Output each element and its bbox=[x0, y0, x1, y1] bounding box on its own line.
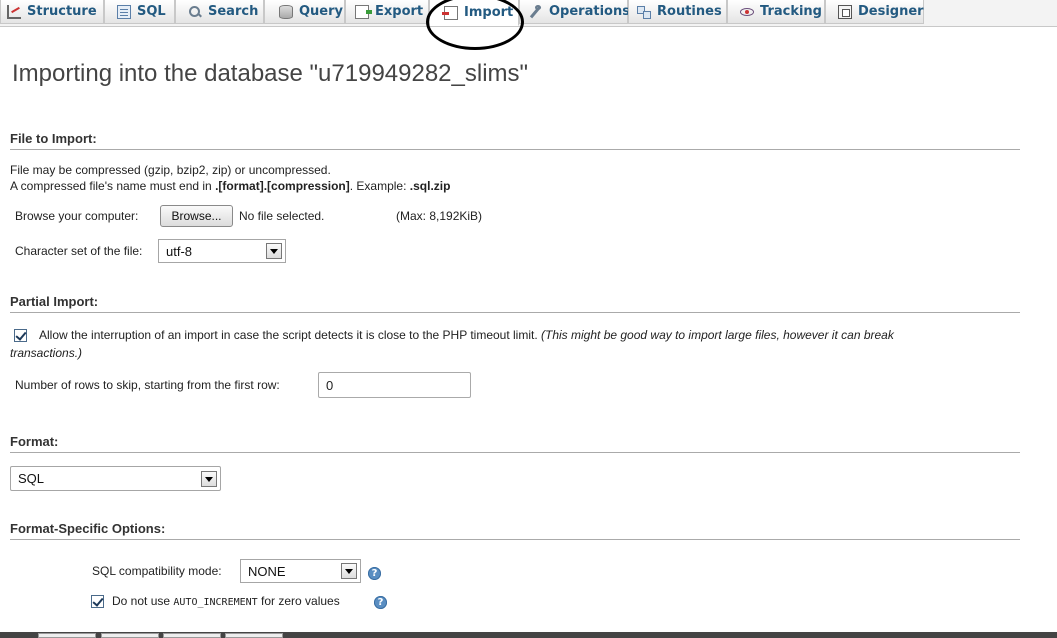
tab-label: Designer bbox=[858, 4, 924, 19]
format-selected-value: SQL bbox=[18, 471, 45, 486]
help-icon[interactable]: ? bbox=[368, 567, 381, 580]
search-icon bbox=[188, 5, 202, 19]
tab-routines[interactable]: Routines bbox=[628, 0, 727, 24]
no-auto-inc-suffix: for zero values bbox=[261, 594, 340, 608]
charset-label: Character set of the file: bbox=[15, 244, 143, 258]
bottom-tab[interactable] bbox=[101, 633, 159, 638]
section-heading-format: Format: bbox=[10, 434, 1020, 453]
sql-icon bbox=[117, 4, 131, 19]
no-file-selected: No file selected. bbox=[239, 209, 325, 223]
tab-tracking[interactable]: Tracking bbox=[727, 0, 825, 24]
allow-interrupt-note-cont: transactions.) bbox=[10, 346, 83, 360]
tab-label: Routines bbox=[657, 4, 722, 19]
designer-icon bbox=[838, 4, 852, 19]
sql-compat-label: SQL compatibility mode: bbox=[92, 564, 222, 578]
allow-interrupt-note: (This might be good way to import large … bbox=[541, 328, 894, 342]
tab-label: Operations bbox=[549, 4, 630, 19]
skip-rows-input[interactable]: 0 bbox=[318, 372, 471, 398]
no-auto-increment-text: Do not use AUTO_INCREMENT for zero value… bbox=[112, 594, 340, 608]
help-icon[interactable]: ? bbox=[374, 596, 387, 609]
tab-label: Structure bbox=[27, 4, 97, 19]
tab-label: Tracking bbox=[760, 4, 822, 19]
naming-prefix: A compressed file's name must end in bbox=[10, 179, 216, 193]
chevron-down-icon bbox=[341, 563, 357, 579]
browse-button[interactable]: Browse... bbox=[160, 205, 233, 227]
section-heading-partial-import: Partial Import: bbox=[10, 294, 1020, 313]
format-select[interactable]: SQL bbox=[10, 466, 221, 491]
skip-rows-label: Number of rows to skip, starting from th… bbox=[15, 378, 280, 392]
tab-label: Search bbox=[208, 4, 259, 19]
no-auto-inc-prefix: Do not use bbox=[112, 594, 171, 608]
tab-structure[interactable]: Structure bbox=[0, 0, 104, 24]
bottom-tab[interactable] bbox=[38, 633, 96, 638]
bottom-tab[interactable] bbox=[225, 633, 283, 638]
naming-example: .sql.zip bbox=[409, 179, 451, 193]
naming-mid: . Example: bbox=[349, 179, 410, 193]
page-title: Importing into the database "u719949282_… bbox=[12, 60, 529, 87]
no-auto-inc-code: AUTO_INCREMENT bbox=[173, 597, 258, 608]
compression-naming-info: A compressed file's name must end in .[f… bbox=[10, 179, 450, 193]
tab-label: SQL bbox=[137, 4, 166, 19]
tab-label: Query bbox=[299, 4, 344, 19]
chevron-down-icon bbox=[201, 471, 217, 487]
import-icon bbox=[442, 5, 458, 20]
sql-compat-selected-value: NONE bbox=[248, 563, 286, 579]
query-icon bbox=[279, 4, 293, 19]
tab-export[interactable]: Export bbox=[345, 0, 429, 24]
allow-interrupt-text: Allow the interruption of an import in c… bbox=[39, 328, 894, 342]
tab-query[interactable]: Query bbox=[264, 0, 345, 24]
section-heading-format-options: Format-Specific Options: bbox=[10, 521, 1020, 540]
tab-bar: Structure SQL Search Query Export Import… bbox=[0, 0, 1057, 27]
allow-interrupt-checkbox[interactable] bbox=[14, 329, 27, 342]
operations-icon bbox=[529, 4, 543, 19]
structure-icon bbox=[7, 4, 21, 19]
tab-search[interactable]: Search bbox=[175, 0, 264, 24]
no-auto-increment-checkbox[interactable] bbox=[91, 595, 104, 608]
tab-label: Import bbox=[464, 5, 514, 20]
routines-icon bbox=[637, 5, 651, 19]
max-upload-size: (Max: 8,192KiB) bbox=[396, 209, 483, 223]
tracking-icon bbox=[740, 5, 754, 19]
tab-designer[interactable]: Designer bbox=[825, 0, 924, 24]
section-heading-file-to-import: File to Import: bbox=[10, 131, 1020, 150]
export-icon bbox=[355, 4, 372, 19]
bottom-tab[interactable] bbox=[163, 633, 221, 638]
tab-sql[interactable]: SQL bbox=[104, 0, 175, 24]
browse-label: Browse your computer: bbox=[15, 209, 139, 223]
tab-import[interactable]: Import bbox=[429, 0, 519, 26]
compression-info: File may be compressed (gzip, bzip2, zip… bbox=[10, 163, 331, 177]
sql-compat-select[interactable]: NONE bbox=[240, 559, 361, 583]
chevron-down-icon bbox=[266, 243, 282, 259]
tab-operations[interactable]: Operations bbox=[519, 0, 630, 24]
charset-selected-value: utf-8 bbox=[166, 243, 193, 259]
tab-label: Export bbox=[375, 4, 424, 19]
allow-interrupt-label: Allow the interruption of an import in c… bbox=[39, 328, 538, 342]
charset-select[interactable]: utf-8 bbox=[158, 239, 286, 263]
naming-format: .[format].[compression] bbox=[215, 179, 350, 193]
